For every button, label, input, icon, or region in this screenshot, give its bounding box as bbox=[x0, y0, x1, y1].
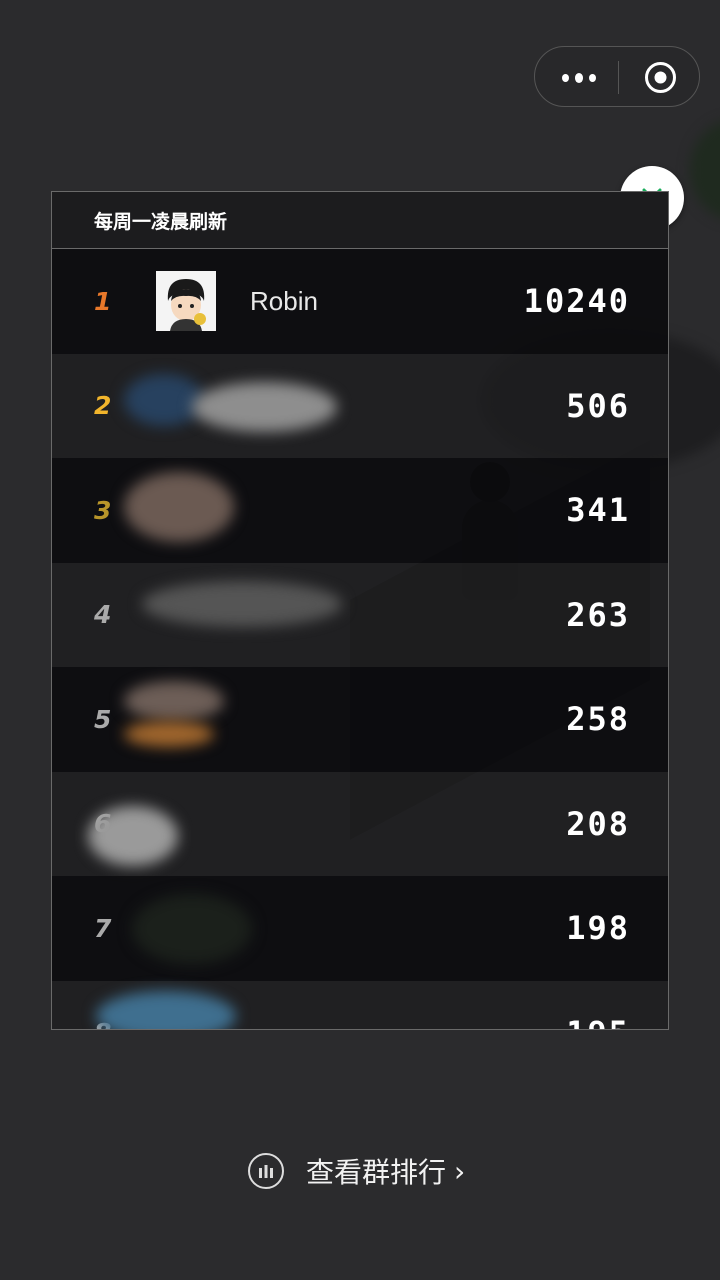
game-screen: 每周一凌晨刷新 1 Robin 10240 2 506 3 341 4 263 … bbox=[0, 0, 720, 1280]
leaderboard-panel: 每周一凌晨刷新 1 Robin 10240 2 506 3 341 4 263 … bbox=[51, 191, 669, 1030]
rank-number: 2 bbox=[94, 391, 112, 421]
blurred-name bbox=[192, 381, 337, 432]
capsule-divider bbox=[618, 61, 619, 94]
blurred-avatar bbox=[96, 990, 236, 1029]
player-score: 208 bbox=[566, 804, 630, 843]
player-score: 10240 bbox=[523, 282, 630, 321]
rank-number: 5 bbox=[94, 704, 112, 734]
player-score: 341 bbox=[566, 491, 630, 530]
group-ranking-label: 查看群排行 bbox=[306, 1156, 447, 1189]
blurred-avatar bbox=[124, 681, 224, 721]
leaderboard-row[interactable]: 6 208 bbox=[52, 771, 668, 876]
blurred-avatar bbox=[132, 894, 252, 964]
more-menu-button[interactable] bbox=[559, 47, 599, 108]
more-dot-icon bbox=[589, 73, 596, 82]
player-name: Robin bbox=[250, 285, 318, 316]
leaderboard-row[interactable]: 3 341 bbox=[52, 458, 668, 563]
leaderboard-row[interactable]: 2 506 bbox=[52, 353, 668, 458]
more-dot-icon bbox=[562, 73, 569, 82]
blurred-avatar bbox=[124, 721, 214, 747]
player-score: 258 bbox=[566, 700, 630, 739]
avatar bbox=[156, 271, 216, 332]
leaderboard-row[interactable]: 7 198 bbox=[52, 876, 668, 981]
rank-number: 7 bbox=[94, 913, 112, 943]
leaderboard-row[interactable]: 1 Robin 10240 bbox=[52, 249, 668, 354]
player-score: 263 bbox=[566, 595, 630, 634]
ranking-bars-icon bbox=[248, 1153, 284, 1189]
rank-number: 1 bbox=[94, 286, 112, 316]
view-group-ranking-link[interactable]: 查看群排行 › bbox=[248, 1150, 465, 1192]
leaderboard-row[interactable]: 8 195 bbox=[52, 980, 668, 1029]
panel-header: 每周一凌晨刷新 bbox=[52, 192, 668, 249]
rank-number: 3 bbox=[94, 495, 112, 525]
leaderboard-row[interactable]: 5 258 bbox=[52, 667, 668, 772]
exit-target-icon[interactable] bbox=[644, 61, 677, 94]
blurred-avatar bbox=[124, 373, 204, 426]
blurred-avatar bbox=[88, 805, 178, 866]
rank-number: 4 bbox=[94, 600, 112, 630]
player-score: 198 bbox=[566, 909, 630, 948]
leaderboard-row[interactable]: 4 263 bbox=[52, 562, 668, 667]
blurred-name bbox=[142, 580, 342, 627]
mini-program-capsule bbox=[534, 46, 700, 107]
background-shape bbox=[690, 120, 720, 220]
blurred-avatar bbox=[124, 472, 234, 542]
player-score: 506 bbox=[566, 386, 630, 425]
player-score: 195 bbox=[566, 1014, 630, 1029]
avatar-icon bbox=[156, 271, 216, 332]
more-dot-icon bbox=[574, 72, 584, 83]
chevron-right-icon: › bbox=[454, 1154, 466, 1188]
